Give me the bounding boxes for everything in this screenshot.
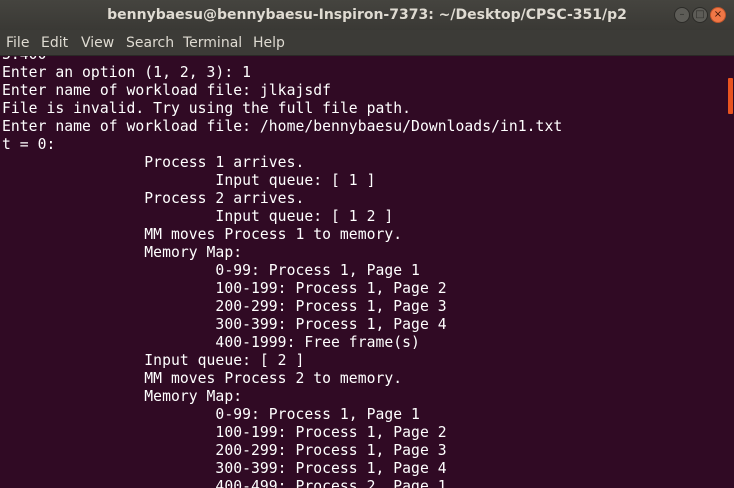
terminal-line: MM moves Process 1 to memory.	[2, 226, 403, 243]
terminal-line: 100-199: Process 1, Page 2	[2, 280, 447, 297]
terminal-line: Enter name of workload file: jlkajsdf	[2, 82, 332, 99]
terminal-line: 3.400	[2, 56, 46, 64]
menu-view[interactable]: View	[81, 30, 114, 55]
terminal-line: Input queue: [ 2 ]	[2, 352, 305, 369]
terminal-window: bennybaesu@bennybaesu-Inspiron-7373: ~/D…	[0, 0, 734, 488]
menu-help[interactable]: Help	[253, 30, 285, 55]
terminal-line: 400-499: Process 2, Page 1	[2, 478, 447, 488]
menu-terminal[interactable]: Terminal	[183, 30, 242, 55]
terminal-line: 200-299: Process 1, Page 3	[2, 442, 447, 459]
terminal-line: Memory Map:	[2, 388, 243, 405]
menu-edit[interactable]: Edit	[41, 30, 68, 55]
terminal-line: Enter name of workload file: /home/benny…	[2, 118, 563, 135]
terminal-line: 300-399: Process 1, Page 4	[2, 460, 447, 477]
terminal-line: 0-99: Process 1, Page 1	[2, 262, 420, 279]
menu-search[interactable]: Search	[126, 30, 174, 55]
terminal-line: Process 1 arrives.	[2, 154, 305, 171]
minimize-button[interactable]: –	[674, 7, 690, 23]
terminal-line: 400-1999: Free frame(s)	[2, 334, 420, 351]
close-button[interactable]: ×	[710, 7, 726, 23]
terminal-line: File is invalid. Try using the full file…	[2, 100, 412, 117]
window-title: bennybaesu@bennybaesu-Inspiron-7373: ~/D…	[107, 7, 627, 23]
menu-file[interactable]: File	[6, 30, 29, 55]
title-bar[interactable]: bennybaesu@bennybaesu-Inspiron-7373: ~/D…	[0, 0, 734, 30]
terminal-line: Enter an option (1, 2, 3): 1	[2, 64, 251, 81]
terminal-line: MM moves Process 2 to memory.	[2, 370, 403, 387]
terminal-output[interactable]: 3.400Enter an option (1, 2, 3): 1Enter n…	[0, 56, 724, 488]
terminal-line: Input queue: [ 1 2 ]	[2, 208, 394, 225]
terminal-line: 200-299: Process 1, Page 3	[2, 298, 447, 315]
terminal-line: Memory Map:	[2, 244, 243, 261]
scrollbar-thumb[interactable]	[728, 78, 733, 114]
terminal-line: t = 0:	[2, 136, 56, 153]
terminal-line: Input queue: [ 1 ]	[2, 172, 376, 189]
terminal-line: Process 2 arrives.	[2, 190, 305, 207]
terminal-line: 0-99: Process 1, Page 1	[2, 406, 420, 423]
menu-bar: File Edit View Search Terminal Help	[0, 30, 734, 56]
maximize-button[interactable]: □	[692, 7, 708, 23]
terminal-line: 300-399: Process 1, Page 4	[2, 316, 447, 333]
terminal-line: 100-199: Process 1, Page 2	[2, 424, 447, 441]
